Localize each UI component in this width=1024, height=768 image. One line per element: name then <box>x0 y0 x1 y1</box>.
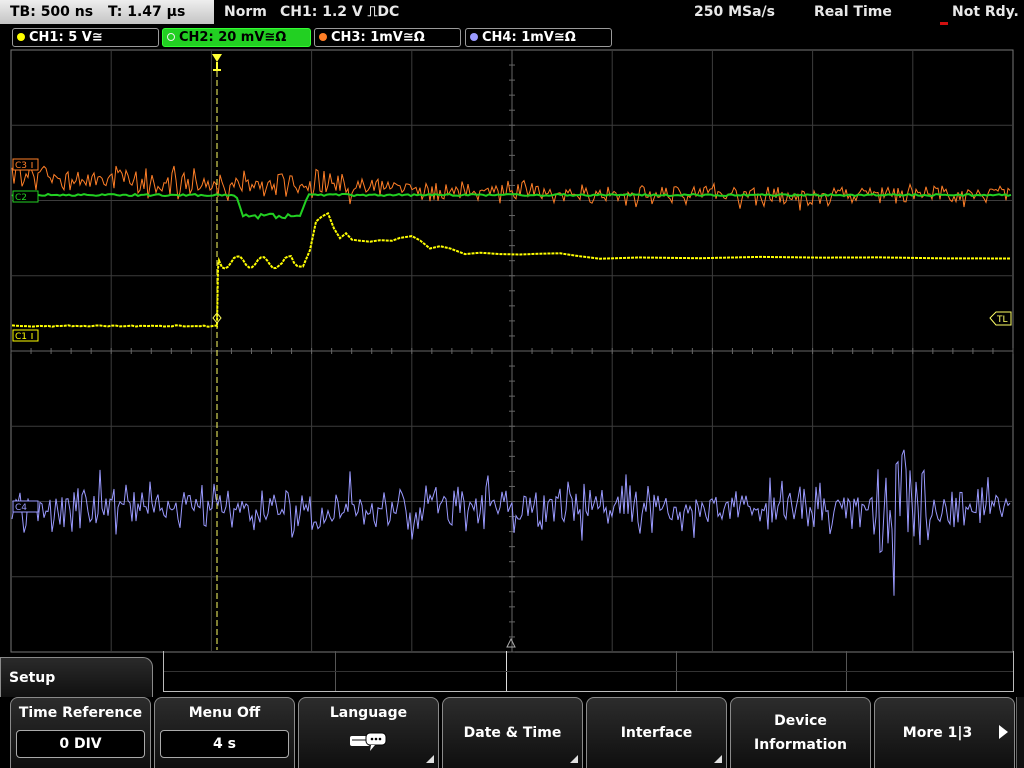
ch4-color-dot <box>470 33 478 41</box>
more-softkey[interactable]: More 1|3 <box>874 697 1015 768</box>
menu-title-tab: Setup <box>0 657 153 697</box>
channel-tab-ch4[interactable]: CH4: 1mV≅Ω <box>465 28 612 47</box>
ch3-offset-marker[interactable]: C3 <box>12 158 39 171</box>
trigger-info[interactable]: CH1: 1.2 V ⎍DC <box>280 0 399 24</box>
time-reference-softkey[interactable]: Time Reference 0 DIV <box>10 697 151 768</box>
waveform-display[interactable]: C3 C2 C1 C4 TL <box>0 49 1024 653</box>
trigger-time-readout: T: 1.47 µs <box>107 4 186 20</box>
ready-state: Not Rdy. <box>952 4 1019 20</box>
channel-tab-ch1[interactable]: CH1: 5 V≅ <box>12 28 159 47</box>
acquisition-mode: Real Time <box>814 4 892 20</box>
svg-text:C2: C2 <box>15 193 27 203</box>
date-time-label: Date & Time <box>463 725 562 741</box>
interface-label: Interface <box>620 725 693 741</box>
trigger-level-marker[interactable]: TL <box>989 311 1012 326</box>
ch1-offset-marker[interactable]: C1 <box>12 329 39 342</box>
timebase-readout: TB: 500 ns <box>10 4 94 20</box>
submenu-corner-icon <box>426 755 434 763</box>
ch1-color-dot <box>17 33 25 41</box>
ready-indicator <box>940 22 948 25</box>
menu-right-edge <box>1016 697 1024 768</box>
ch4-label: CH4: 1mV≅Ω <box>482 30 576 45</box>
menu-title: Setup <box>9 670 56 686</box>
ch2-label: CH2: 20 mV≅Ω <box>179 30 287 45</box>
svg-text:C3: C3 <box>15 161 27 171</box>
interface-softkey[interactable]: Interface <box>586 697 727 768</box>
svg-text:C4: C4 <box>15 503 27 513</box>
date-time-softkey[interactable]: Date & Time <box>442 697 583 768</box>
device-information-softkey[interactable]: Device Information <box>730 697 871 768</box>
time-reference-value: 0 DIV <box>16 730 145 758</box>
channel-tab-ch3[interactable]: CH3: 1mV≅Ω <box>314 28 461 47</box>
submenu-corner-icon <box>714 755 722 763</box>
ch3-label: CH3: 1mV≅Ω <box>331 30 425 45</box>
next-page-arrow-icon <box>999 725 1008 739</box>
center-marker <box>506 637 516 648</box>
zoom-strip <box>163 651 1014 692</box>
ch4-offset-marker[interactable]: C4 <box>12 500 39 513</box>
timebase-box[interactable]: TB: 500 ns T: 1.47 µs <box>0 0 214 24</box>
svg-text:C1: C1 <box>15 332 27 342</box>
menu-off-label: Menu Off <box>188 705 261 721</box>
ch2-offset-marker[interactable]: C2 <box>12 190 39 203</box>
menu-off-value: 4 s <box>160 730 289 758</box>
menu-off-softkey[interactable]: Menu Off 4 s <box>154 697 295 768</box>
svg-text:TL: TL <box>996 315 1008 325</box>
sample-rate: 250 MSa/s <box>694 4 776 20</box>
more-label: More 1|3 <box>902 725 973 741</box>
ch1-label: CH1: 5 V≅ <box>29 30 103 45</box>
strip-horizontal-line <box>164 671 1013 672</box>
ch3-color-dot <box>319 33 327 41</box>
status-bar: TB: 500 ns T: 1.47 µs Norm CH1: 1.2 V ⎍D… <box>0 0 1024 26</box>
time-reference-label: Time Reference <box>18 705 143 721</box>
ch2-color-dot <box>167 33 175 41</box>
device-information-label-1: Device <box>774 713 827 729</box>
speech-bubble-icon <box>350 732 387 751</box>
language-softkey[interactable]: Language <box>298 697 439 768</box>
language-label: Language <box>329 705 408 721</box>
submenu-corner-icon <box>570 755 578 763</box>
channel-tab-ch2[interactable]: CH2: 20 mV≅Ω <box>162 28 311 47</box>
trigger-mode[interactable]: Norm <box>224 0 267 24</box>
device-information-label-2: Information <box>754 737 847 753</box>
trigger-position-marker[interactable] <box>212 54 222 71</box>
